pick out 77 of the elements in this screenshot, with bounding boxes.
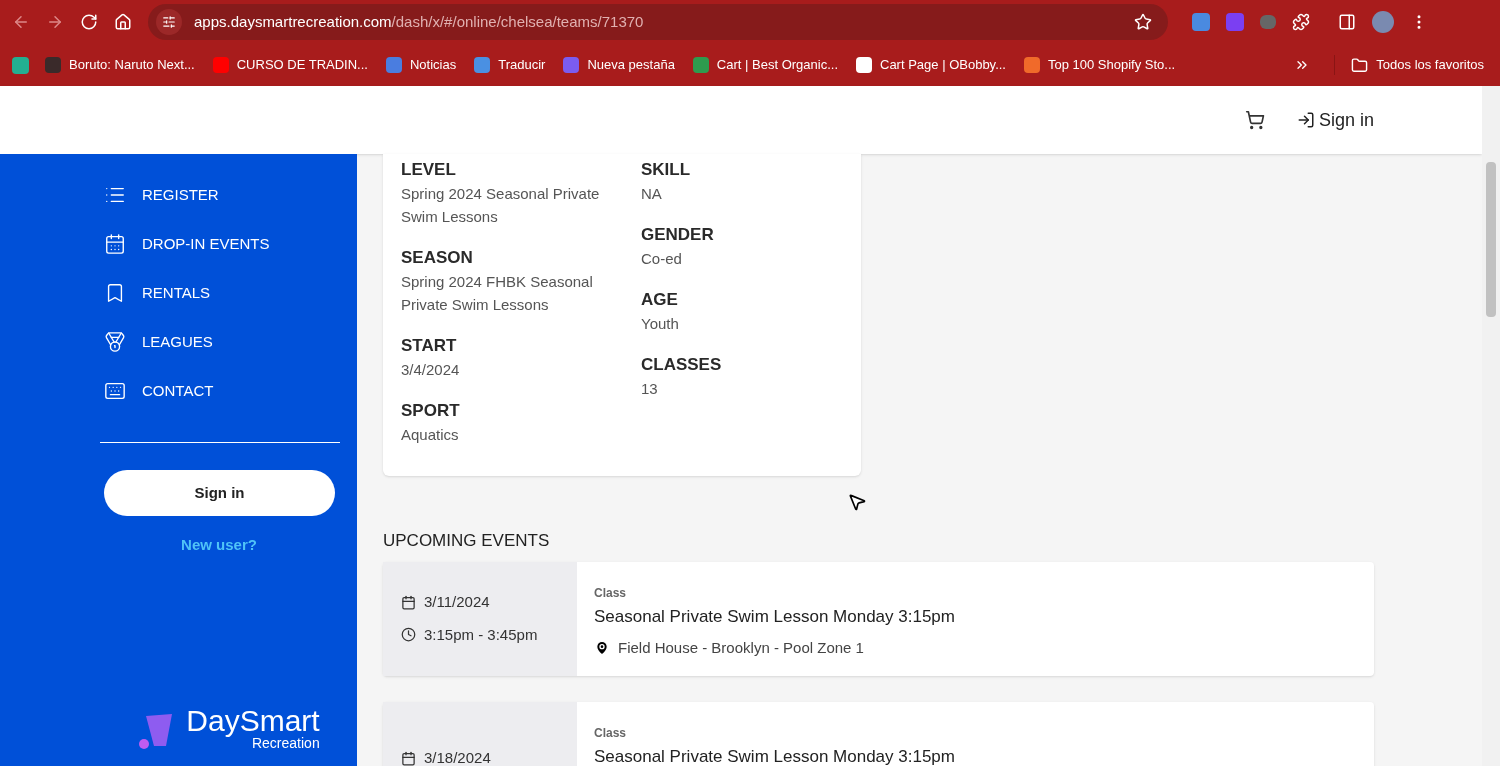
bookmark-item[interactable]: Boruto: Naruto Next... bbox=[45, 55, 195, 75]
calendar-icon bbox=[401, 751, 416, 766]
detail-label: CLASSES bbox=[641, 354, 722, 376]
event-time: 3:15pm - 3:45pm bbox=[401, 623, 577, 646]
calendar-icon bbox=[104, 233, 126, 255]
keyboard-icon bbox=[104, 380, 126, 402]
address-bar[interactable]: apps.daysmartrecreation.com/dash/x/#/online/chelsea/teams/71370 bbox=[148, 4, 1168, 40]
clock-icon bbox=[401, 627, 416, 643]
sidebar-nav-item[interactable]: DROP-IN EVENTS bbox=[104, 233, 340, 255]
sidebar-nav-item[interactable]: CONTACT bbox=[104, 380, 340, 402]
logo-name: DaySmart bbox=[186, 706, 320, 736]
bookmark-item[interactable]: Noticias bbox=[385, 55, 457, 75]
detail-label: LEVEL bbox=[401, 159, 457, 181]
all-bookmarks-item[interactable]: Todos los favoritos bbox=[1334, 55, 1484, 75]
event-date: 3/11/2024 bbox=[401, 591, 577, 614]
extensions-icon[interactable] bbox=[1292, 13, 1310, 31]
url-text: apps.daysmartrecreation.com/dash/x/#/online/chelsea/teams/71370 bbox=[194, 11, 645, 32]
reload-icon[interactable] bbox=[80, 13, 98, 31]
detail-label: START bbox=[401, 335, 458, 357]
medal-icon bbox=[104, 331, 126, 353]
back-icon[interactable] bbox=[12, 13, 30, 31]
event-title: Seasonal Private Swim Lesson Monday 3:15pm bbox=[594, 745, 955, 766]
bookmark-item[interactable]: Nueva pestaña bbox=[563, 55, 675, 75]
bookmark-item[interactable]: Cart | Best Organic... bbox=[692, 55, 838, 75]
home-icon[interactable] bbox=[114, 13, 132, 31]
event-location: Field House - Brooklyn - Pool Zone 1 bbox=[594, 637, 955, 660]
map-pin-icon bbox=[594, 640, 610, 657]
detail-value: Co-ed bbox=[641, 249, 683, 269]
sign-in-arrow-icon bbox=[1296, 111, 1315, 129]
sidebar-nav-item[interactable]: LEAGUES bbox=[104, 331, 340, 353]
bookmark-item[interactable]: Cart Page | OBobby... bbox=[856, 55, 1006, 75]
detail-value: Youth bbox=[641, 314, 680, 334]
bookmark-item[interactable]: CURSO DE TRADIN... bbox=[212, 55, 368, 75]
bookmark-star-icon[interactable] bbox=[1134, 13, 1152, 31]
header-sign-in-link[interactable]: Sign in bbox=[1296, 106, 1374, 134]
detail-value: NA bbox=[641, 184, 663, 204]
calendar-icon bbox=[401, 594, 416, 610]
detail-label: SPORT bbox=[401, 400, 461, 422]
favicon-icon bbox=[563, 57, 580, 73]
favicon-icon bbox=[474, 57, 491, 73]
favicon-icon bbox=[385, 57, 402, 73]
favicon-icon bbox=[692, 57, 709, 73]
detail-value: 3/4/2024 bbox=[401, 360, 461, 380]
bookmark-item[interactable]: Top 100 Shopify Sto... bbox=[1024, 55, 1176, 75]
logo-mark-icon bbox=[136, 712, 175, 750]
bookmark-item[interactable]: Traducir bbox=[474, 55, 546, 75]
event-type: Class bbox=[594, 724, 628, 742]
event-type: Class bbox=[594, 584, 628, 602]
favicon-icon bbox=[1024, 57, 1040, 73]
scrollbar[interactable] bbox=[1482, 86, 1500, 766]
section-heading: UPCOMING EVENTS bbox=[383, 530, 551, 552]
sidebar-nav-item[interactable]: RENTALS bbox=[104, 282, 340, 304]
detail-value: Spring 2024 Seasonal Private Swim Lessons bbox=[401, 184, 601, 227]
forward-icon[interactable] bbox=[46, 13, 64, 31]
mouse-cursor-icon bbox=[847, 492, 867, 512]
cart-icon[interactable] bbox=[1244, 110, 1265, 130]
sidebar-sign-in-button[interactable]: Sign in bbox=[104, 470, 335, 516]
detail-label: SEASON bbox=[401, 247, 474, 269]
folder-icon bbox=[1351, 56, 1369, 74]
scroll-thumb[interactable] bbox=[1486, 162, 1496, 317]
detail-value: Spring 2024 FHBK Seasonal Private Swim Lessons bbox=[401, 272, 594, 315]
event-card[interactable]: 3/18/2024 Class Seasonal Private Swim Lesson Monday 3:15pm bbox=[383, 701, 1374, 766]
detail-label: AGE bbox=[641, 289, 679, 311]
sidebar-nav-item[interactable]: REGISTER bbox=[104, 184, 340, 206]
favicon-icon bbox=[856, 57, 872, 73]
detail-label: GENDER bbox=[641, 224, 715, 246]
event-card[interactable]: 3/11/2024 3:15pm - 3:45pm Class Seasonal Private Swim Lesson Monday 3:15pm Field House - Brooklyn - Pool Zone 1 bbox=[383, 561, 1374, 676]
favicon-icon bbox=[212, 57, 229, 73]
logo-subtitle: Recreation bbox=[251, 736, 320, 750]
side-panel-icon[interactable] bbox=[1338, 13, 1356, 31]
event-title: Seasonal Private Swim Lesson Monday 3:15pm bbox=[594, 605, 955, 628]
detail-value: Aquatics bbox=[401, 425, 460, 445]
detail-label: SKILL bbox=[641, 159, 692, 181]
event-date: 3/18/2024 bbox=[401, 747, 577, 766]
site-settings-icon[interactable] bbox=[156, 9, 182, 35]
detail-value: 13 bbox=[641, 379, 659, 399]
favicon-icon bbox=[45, 57, 61, 73]
